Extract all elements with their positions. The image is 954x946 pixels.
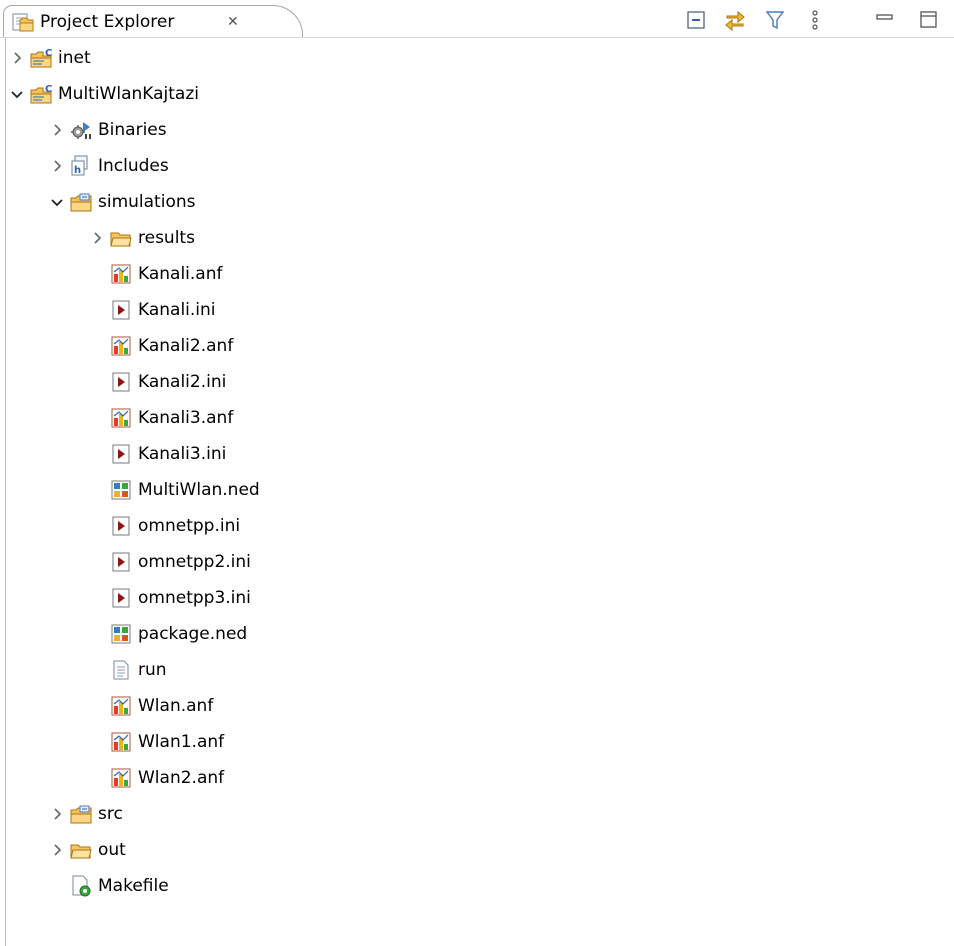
tree-item-label: Kanali.anf [138,264,223,284]
tree-item-label: src [98,804,123,824]
tree-item-label: MultiWlanKajtazi [58,84,199,104]
tree-item-label: omnetpp3.ini [138,588,251,608]
tree-item[interactable]: Binaries [48,112,167,148]
chevron-right-icon[interactable] [8,49,26,67]
tree-item-label: Kanali.ini [138,300,216,320]
tree-item[interactable]: Kanali3.anf [88,400,233,436]
link-with-editor-icon[interactable] [724,9,746,31]
anf-file-icon [111,408,131,428]
collapse-all-icon[interactable] [685,9,707,31]
chevron-down-icon[interactable] [8,85,26,103]
chevron-right-icon[interactable] [48,805,66,823]
tree-item-label: Wlan2.anf [138,768,225,788]
tree-item-label: Wlan1.anf [138,732,225,752]
tree-item[interactable]: Kanali.anf [88,256,223,292]
chevron-right-icon[interactable] [48,841,66,859]
tree-item[interactable]: src [48,796,123,832]
view-tab-bar: Project Explorer ✕ [0,0,954,38]
folder-icon [110,232,132,247]
tree-item[interactable]: run [88,652,167,688]
chevron-right-icon[interactable] [48,121,66,139]
tree-item[interactable]: out [48,832,126,868]
tree-item-label: Binaries [98,120,167,140]
folder-icon [70,844,92,859]
tree-item-label: Kanali3.anf [138,408,234,428]
anf-file-icon [111,696,131,716]
anf-file-icon [111,732,131,752]
c-project-icon: C [30,48,52,68]
chevron-right-icon[interactable] [48,157,66,175]
chevron-down-icon[interactable] [48,193,66,211]
text-file-icon [113,660,129,680]
anf-file-icon [111,264,131,284]
includes-icon: h [71,155,88,176]
binaries-icon [71,122,91,139]
tree-item-label: Kanali2.anf [138,336,234,356]
source-folder-icon [70,193,92,212]
chevron-right-icon[interactable] [88,229,106,247]
tree-item-label: Kanali2.ini [138,372,227,392]
view-left-border [5,37,6,946]
tree-item[interactable]: h Includes [48,148,169,184]
tree-item-label: out [98,840,126,860]
tree-item[interactable]: omnetpp.ini [88,508,240,544]
tree-item-label: run [138,660,167,680]
makefile-icon [72,875,91,897]
ini-file-icon [112,516,130,536]
tree-item-label: Makefile [98,876,169,896]
tree-item[interactable]: MultiWlan.ned [88,472,260,508]
tree-item-label: omnetpp.ini [138,516,241,536]
tree-item-label: package.ned [138,624,248,644]
ned-file-icon [111,624,131,644]
anf-file-icon [111,336,131,356]
view-menu-icon[interactable] [804,9,826,31]
tab-project-explorer[interactable]: Project Explorer ✕ [3,5,303,37]
tab-title: Project Explorer [40,12,175,32]
tree-item[interactable]: omnetpp3.ini [88,580,251,616]
tree-item[interactable]: Makefile [48,868,169,904]
svg-text:C: C [45,48,52,59]
tree-item-label: Includes [98,156,169,176]
tree-item-label: Wlan.anf [138,696,214,716]
tree-item[interactable]: Wlan2.anf [88,760,224,796]
tree-item-label: simulations [98,192,196,212]
tree-item[interactable]: C MultiWlanKajtazi [8,76,199,112]
ini-file-icon [112,300,130,320]
source-folder-icon [70,805,92,824]
tree-item[interactable]: results [88,220,195,256]
ini-file-icon [112,444,130,464]
tree-item-label: omnetpp2.ini [138,552,251,572]
maximize-icon[interactable] [918,9,940,31]
c-project-icon: C [30,84,52,104]
tree-item-label: MultiWlan.ned [138,480,260,500]
tree-item[interactable]: Wlan1.anf [88,724,224,760]
minimize-icon[interactable] [874,9,896,31]
svg-text:h: h [74,165,81,176]
project-explorer-icon [12,13,34,32]
tree-item[interactable]: Kanali2.ini [88,364,226,400]
tree-item[interactable]: Kanali.ini [88,292,216,328]
project-explorer-view: Project Explorer ✕ Cinet C MultiWlanKajtaz… [0,0,954,946]
tree-item[interactable]: omnetpp2.ini [88,544,251,580]
tree-item-label: Kanali3.ini [138,444,227,464]
tree-item[interactable]: Cinet [8,40,91,76]
anf-file-icon [111,768,131,788]
ini-file-icon [112,588,130,608]
tree-item-label: inet [58,48,91,68]
filter-icon[interactable] [764,9,786,31]
svg-text:C: C [45,84,52,95]
tree-item[interactable]: Wlan.anf [88,688,213,724]
ini-file-icon [112,372,130,392]
tree-item[interactable]: package.ned [88,616,247,652]
ini-file-icon [112,552,130,572]
tree-item[interactable]: Kanali2.anf [88,328,233,364]
ned-file-icon [111,480,131,500]
tree-item[interactable]: simulations [48,184,195,220]
tree-item-label: results [138,228,195,248]
tree-item[interactable]: Kanali3.ini [88,436,226,472]
close-icon[interactable]: ✕ [227,12,239,32]
